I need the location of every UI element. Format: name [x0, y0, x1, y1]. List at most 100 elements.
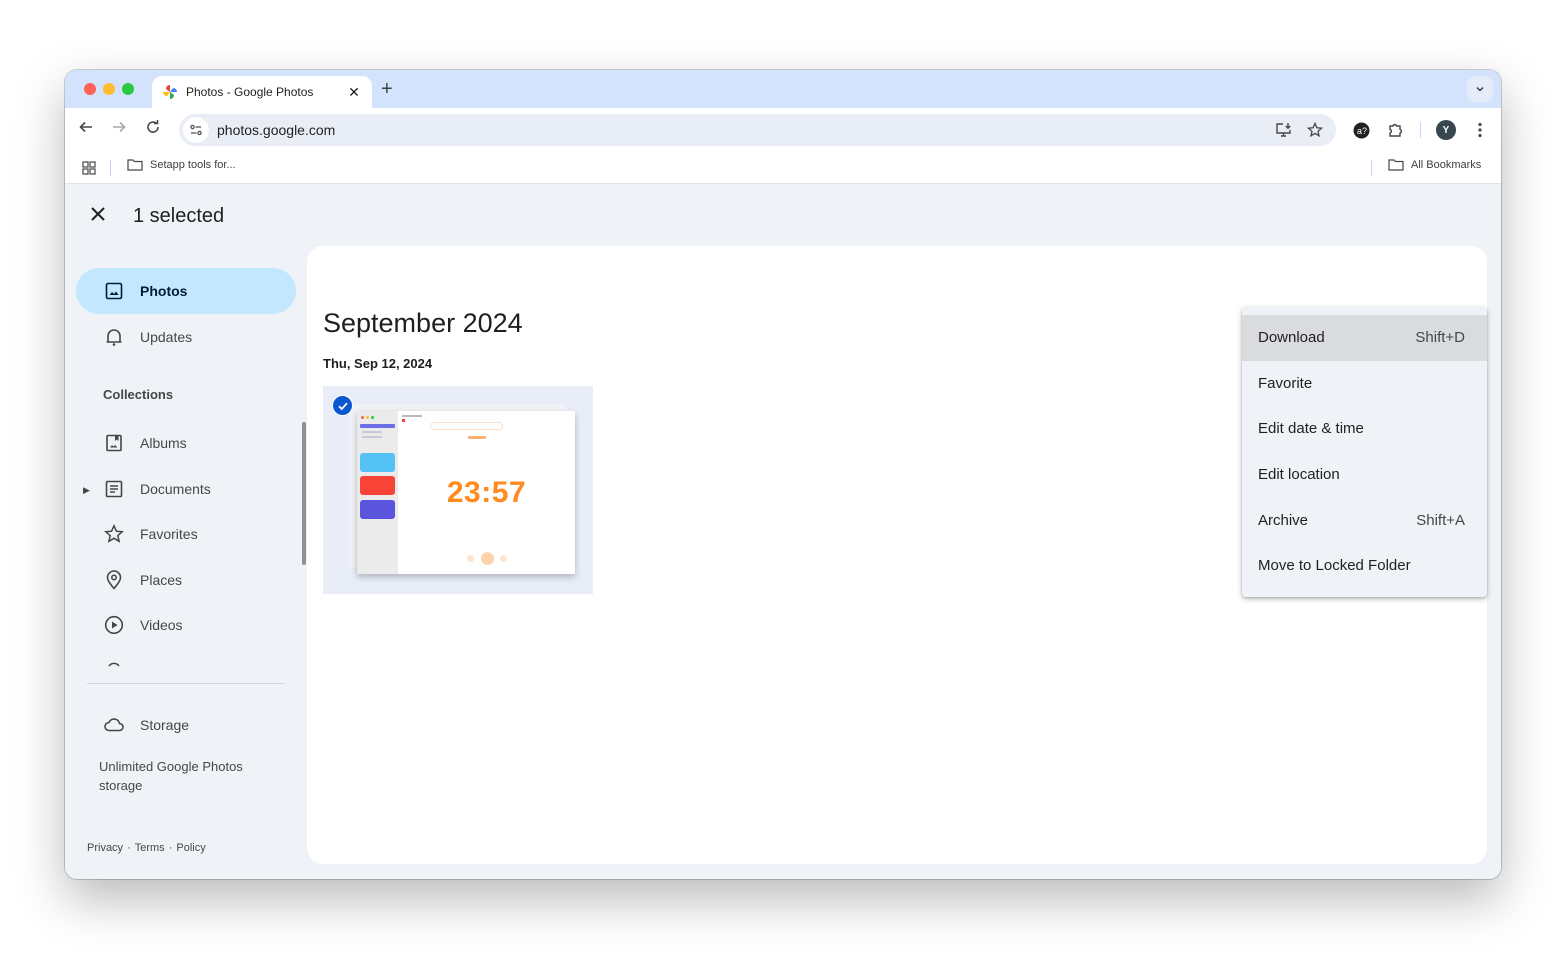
folder-icon [1388, 159, 1404, 171]
document-icon [103, 478, 125, 500]
google-photos-pinwheel-icon [163, 85, 177, 99]
google-photos-app: 1 selected Photos Updates Collections Al… [65, 185, 1501, 879]
extensions-button[interactable] [1385, 120, 1405, 140]
preview-timer: 23:57 [446, 476, 527, 509]
menu-item-favorite[interactable]: Favorite [1242, 361, 1487, 407]
photo-icon [103, 280, 125, 302]
sidebar-item-label: Places [140, 572, 183, 588]
more-menu-icon [1478, 122, 1482, 138]
minimize-window-button[interactable] [103, 83, 115, 95]
install-app-button[interactable] [1274, 120, 1294, 140]
toolbar-divider [1420, 122, 1421, 138]
check-icon [337, 402, 348, 410]
preview-rewind [467, 555, 474, 562]
sidebar-item-updates[interactable]: Updates [76, 314, 296, 360]
sidebar-item-label: Updates [140, 329, 193, 345]
tab-google-photos[interactable]: Photos - Google Photos ✕ [152, 76, 372, 108]
bookmark-label: Setapp tools for... [150, 158, 236, 171]
bookmark-folder-setapp[interactable]: Setapp tools for... [127, 158, 236, 171]
preview-pause [481, 552, 494, 565]
browser-toolbar: photos.google.com a? Y [65, 108, 1501, 152]
sidebar-item-label: Documents [140, 481, 211, 497]
month-heading: September 2024 [323, 308, 523, 338]
sidebar-item-videos[interactable]: Videos [76, 602, 296, 648]
back-button[interactable] [75, 119, 97, 141]
menu-item-edit-date-time[interactable]: Edit date & time [1242, 406, 1487, 452]
new-tab-button[interactable]: + [381, 78, 393, 101]
preview-card-red [360, 476, 395, 495]
location-pin-icon [103, 569, 125, 591]
menu-item-shortcut: Shift+A [1416, 511, 1465, 529]
close-window-button[interactable] [84, 83, 96, 95]
all-bookmarks-button[interactable]: All Bookmarks [1388, 158, 1481, 171]
bookmarks-divider [1371, 160, 1372, 176]
apps-grid-icon[interactable] [81, 160, 97, 176]
clear-selection-icon[interactable] [87, 203, 109, 225]
sidebar-item-label: Favorites [140, 526, 198, 542]
menu-item-download[interactable]: Download Shift+D [1242, 315, 1487, 361]
bookmarks-divider [110, 160, 111, 176]
all-bookmarks-label: All Bookmarks [1411, 158, 1482, 171]
forward-button[interactable] [108, 119, 130, 141]
sidebar-item-places[interactable]: Places [76, 557, 296, 603]
sidebar-scrollbar[interactable] [302, 422, 306, 565]
profile-avatar[interactable]: Y [1436, 120, 1456, 140]
svg-text:a?: a? [1357, 126, 1367, 136]
site-info-icon [190, 124, 202, 136]
sidebar-item-label: Videos [140, 617, 183, 633]
sidebar-item-label: Albums [140, 435, 187, 451]
sidebar-item-albums[interactable]: Albums [76, 420, 296, 466]
sidebar-item-label: Storage [140, 717, 190, 733]
photo-thumbnail[interactable]: 23:57 [323, 386, 593, 594]
menu-item-label: Download [1258, 329, 1325, 347]
storage-description: Unlimited Google Photos storage [99, 759, 243, 793]
preview-focus-label [468, 436, 486, 439]
back-icon [79, 121, 92, 133]
more-menu-button[interactable] [1470, 120, 1490, 140]
sidebar-divider [87, 683, 285, 684]
url-text[interactable]: photos.google.com [217, 122, 1274, 138]
tab-close-icon[interactable]: ✕ [346, 84, 362, 101]
extension-a-icon: a? [1353, 122, 1369, 138]
preview-card-blue [360, 453, 395, 472]
menu-item-shortcut: Shift+D [1415, 329, 1465, 347]
menu-item-label: Favorite [1258, 374, 1313, 392]
menu-item-label: Edit date & time [1258, 420, 1364, 438]
terms-link[interactable]: Terms [135, 842, 165, 854]
menu-item-edit-location[interactable]: Edit location [1242, 452, 1487, 498]
sidebar-item-favorites[interactable]: Favorites [76, 511, 296, 557]
chevron-down-icon [1476, 86, 1484, 92]
site-info-button[interactable] [183, 117, 209, 143]
tab-search-button[interactable] [1467, 76, 1493, 102]
sidebar: 1 selected Photos Updates Collections Al… [65, 185, 307, 879]
maximize-window-button[interactable] [122, 83, 134, 95]
bookmark-star-button[interactable] [1305, 120, 1325, 140]
extensions-puzzle-icon [1388, 123, 1402, 137]
footer-separator: · [127, 842, 131, 854]
day-heading[interactable]: Thu, Sep 12, 2024 [323, 356, 432, 371]
preview-mode-pills [430, 422, 503, 430]
menu-item-label: Edit location [1258, 466, 1340, 484]
sidebar-item-storage[interactable]: Storage [76, 702, 296, 748]
selected-checkmark[interactable] [332, 395, 353, 416]
install-app-icon [1276, 123, 1291, 137]
privacy-link[interactable]: Privacy [87, 842, 123, 854]
policy-link[interactable]: Policy [176, 842, 205, 854]
preview-forward [500, 555, 507, 562]
sidebar-item-documents[interactable]: Documents [76, 466, 296, 512]
folder-icon [127, 159, 143, 171]
menu-item-archive[interactable]: Archive Shift+A [1242, 497, 1487, 543]
extension-a-button[interactable]: a? [1351, 120, 1371, 140]
cloud-icon [103, 714, 125, 736]
reload-button[interactable] [142, 119, 164, 141]
footer-separator: · [168, 842, 173, 854]
menu-item-move-to-locked-folder[interactable]: Move to Locked Folder [1242, 543, 1487, 589]
footer-links: Privacy · Terms · Policy [87, 842, 206, 854]
address-bar[interactable]: photos.google.com [179, 114, 1336, 146]
preview-window: 23:57 [357, 411, 575, 574]
more-options-menu: Download Shift+D Favorite Edit date & ti… [1242, 307, 1487, 597]
sidebar-item-photos[interactable]: Photos [76, 268, 296, 314]
preview-sidebar [357, 411, 398, 574]
bell-icon [103, 326, 125, 348]
selection-count: 1 selected [133, 205, 225, 227]
